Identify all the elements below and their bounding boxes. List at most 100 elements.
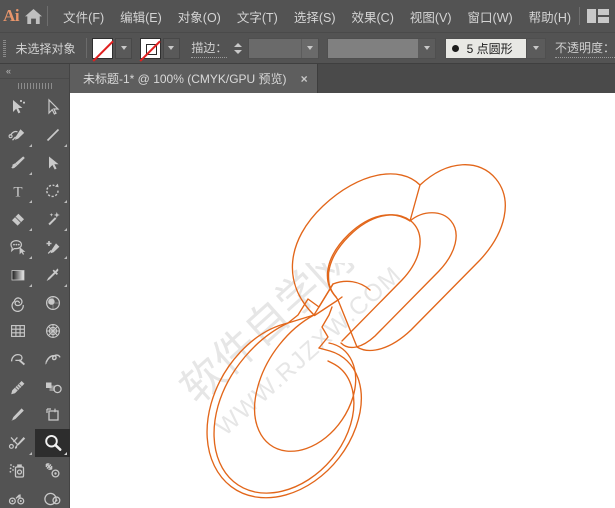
close-icon[interactable]: × [301,73,308,85]
tool-rotate[interactable] [35,177,70,205]
tool-grid: T [0,93,70,508]
illustrator-window: Ai 文件(F) 编辑(E) 对象(O) 文字(T) 选择(S) 效果(C) 视… [0,0,615,508]
tool-shaper[interactable] [0,401,35,429]
menu-view[interactable]: 视图(V) [402,3,460,30]
tool-rectangular-grid[interactable] [0,317,35,345]
control-bar: 未选择对象 描边： 5 点圆形 不透明度： [0,33,615,64]
svg-text:T: T [13,185,22,201]
workspace-divider [579,7,581,25]
tool-expand-corner-icon [29,452,32,455]
tool-symbol-sizer[interactable] [35,485,70,508]
workspace-switcher-icon[interactable] [587,9,610,23]
stroke-weight-stepper[interactable] [232,38,243,59]
menu-help[interactable]: 帮助(H) [521,3,579,30]
round-brush-icon [451,44,459,52]
stroke-profile-dropdown-button[interactable] [418,38,436,58]
tool-shape-builder[interactable] [35,373,70,401]
tool-gradient[interactable] [0,261,35,289]
stroke-dropdown-button[interactable] [162,37,180,59]
menu-file[interactable]: 文件(F) [55,3,112,30]
menu-edit[interactable]: 编辑(E) [112,3,170,30]
brush-definition-dropdown-button[interactable] [526,37,546,59]
tool-expand-corner-icon [29,144,32,147]
stroke-weight-input[interactable] [247,37,319,59]
tool-eyedropper[interactable] [35,261,70,289]
brush-definition-select[interactable]: 5 点圆形 [444,37,546,59]
stroke-color-control[interactable] [139,37,180,59]
brush-definition-value: 5 点圆形 [466,41,513,56]
stroke-swatch-none-icon[interactable] [139,37,161,59]
chevron-down-icon [423,46,430,50]
tool-paintbrush[interactable] [0,149,35,177]
tool-expand-corner-icon [29,256,32,259]
tool-blob-brush[interactable] [0,345,35,373]
tool-spiral[interactable] [0,289,35,317]
tool-expand-corner-icon [29,284,32,287]
tool-pencil[interactable] [0,373,35,401]
control-bar-grip[interactable] [0,33,9,64]
selection-status-label: 未选择对象 [15,41,76,56]
chevron-down-icon [168,46,175,50]
tools-panel-collapse-button[interactable]: « [0,64,69,79]
tool-expand-corner-icon [64,144,67,147]
tool-selection[interactable] [0,93,35,121]
tool-symbol-sprayer[interactable] [0,457,35,485]
fill-dropdown-button[interactable] [115,37,133,59]
home-icon[interactable] [22,0,44,33]
menu-window[interactable]: 窗口(W) [460,3,521,30]
tool-smooth[interactable] [35,345,70,373]
fill-swatch-none-icon[interactable] [92,37,114,59]
tool-symbol-shifter[interactable] [0,485,35,508]
tool-magic-wand[interactable] [35,205,70,233]
menu-effect[interactable]: 效果(C) [344,3,402,30]
stroke-weight-dropdown-button[interactable] [300,38,318,58]
tool-expand-corner-icon [29,228,32,231]
menu-type[interactable]: 文字(T) [229,3,286,30]
chevron-down-icon [306,46,313,50]
menu-divider [46,6,48,26]
tools-panel-grip[interactable] [0,79,69,93]
opacity-label[interactable]: 不透明度： [555,39,615,58]
menu-item-list: 文件(F) 编辑(E) 对象(O) 文字(T) 选择(S) 效果(C) 视图(V… [55,3,579,30]
document-tab[interactable]: 未标题-1* @ 100% (CMYK/GPU 预览) × [70,64,318,93]
chevron-down-icon [532,46,539,50]
fill-control[interactable] [92,37,133,59]
tool-expand-corner-icon [29,200,32,203]
menu-select[interactable]: 选择(S) [286,3,344,30]
tool-scissors-knife[interactable] [0,429,35,457]
double-chevron-left-icon: « [6,66,11,76]
document-tab-title: 未标题-1* @ 100% (CMYK/GPU 预览) [83,72,287,86]
tool-expand-corner-icon [64,200,67,203]
tool-symbol-scruncher[interactable] [35,457,70,485]
stroke-profile-select[interactable] [327,37,437,59]
tool-expand-corner-icon [64,228,67,231]
menu-bar: Ai 文件(F) 编辑(E) 对象(O) 文字(T) 选择(S) 效果(C) 视… [0,0,615,33]
tool-zoom[interactable] [35,429,70,457]
chain-link-outline[interactable] [70,93,615,508]
stepper-up-icon[interactable] [234,42,243,47]
chevron-down-icon [120,46,127,50]
tool-line-segment[interactable] [35,121,70,149]
tool-expand-corner-icon [29,172,32,175]
brush-definition-display[interactable]: 5 点圆形 [444,37,527,59]
tool-direct-selection[interactable] [35,93,70,121]
tool-lasso-comment[interactable] [0,233,35,261]
tool-expand-corner-icon [64,284,67,287]
tool-add-anchor-point[interactable] [35,233,70,261]
menu-object[interactable]: 对象(O) [170,3,229,30]
tool-type[interactable]: T [0,177,35,205]
control-separator-1 [86,38,88,58]
stepper-down-icon[interactable] [234,49,243,54]
tool-artboard[interactable] [35,401,70,429]
ai-logo-icon: Ai [3,6,20,25]
tool-polar-grid[interactable] [35,317,70,345]
tool-flare[interactable] [35,289,70,317]
stroke-weight-label[interactable]: 描边： [191,39,228,58]
tool-expand-corner-icon [64,452,67,455]
tool-shape-builder-arrow[interactable] [35,149,70,177]
stroke-weight-value[interactable] [249,39,301,58]
tool-expand-corner-icon [64,256,67,259]
tool-eraser[interactable] [0,205,35,233]
artboard-canvas[interactable]: 软件自学网 WWW.RJZXW.COM [70,93,615,508]
tool-pen[interactable] [0,121,35,149]
